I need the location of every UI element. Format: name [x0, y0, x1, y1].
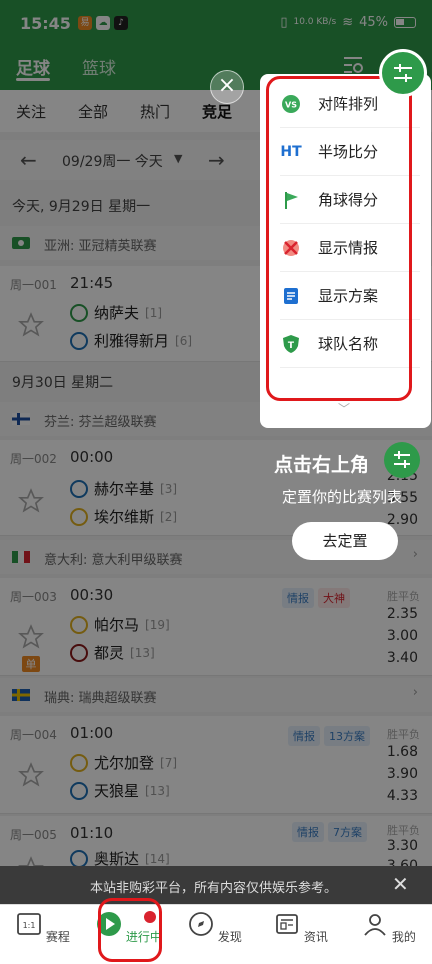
- sliders-icon: [394, 451, 410, 468]
- filter-settings-button[interactable]: [379, 49, 427, 97]
- nav-news[interactable]: 资讯: [266, 911, 336, 945]
- nav-label: 赛程: [45, 930, 70, 944]
- bottom-nav: 1:1 赛程 进行中 发现 资讯 我的: [0, 904, 432, 964]
- nav-schedule[interactable]: 1:1 赛程: [8, 911, 78, 945]
- nav-discover[interactable]: 发现: [180, 911, 250, 945]
- news-icon: [276, 914, 298, 934]
- nav-label: 资讯: [303, 930, 328, 944]
- highlight-box: [266, 76, 412, 401]
- chevron-down-icon[interactable]: ﹀: [338, 400, 350, 417]
- nav-label: 发现: [217, 930, 242, 944]
- profile-icon: [364, 914, 386, 936]
- nav-profile[interactable]: 我的: [354, 911, 424, 945]
- guide-subtitle: 定置你的比赛列表: [282, 488, 403, 506]
- compass-icon: [189, 912, 213, 936]
- customize-button[interactable]: 去定置: [292, 522, 398, 560]
- schedule-icon: 1:1: [17, 913, 41, 935]
- nav-label: 我的: [391, 930, 416, 944]
- highlight-box: [98, 898, 162, 962]
- close-icon[interactable]: ×: [210, 70, 244, 104]
- disclaimer-bar: 本站非购彩平台，所有内容仅供娱乐参考。 ✕: [0, 866, 432, 904]
- sliders-icon: [394, 64, 412, 82]
- guide-title: 点击右上角: [274, 454, 370, 476]
- guide-filter-icon: [384, 442, 420, 478]
- svg-text:1:1: 1:1: [23, 921, 36, 930]
- disclaimer-text: 本站非购彩平台，所有内容仅供娱乐参考。: [90, 881, 338, 896]
- close-notice-icon[interactable]: ✕: [392, 872, 409, 896]
